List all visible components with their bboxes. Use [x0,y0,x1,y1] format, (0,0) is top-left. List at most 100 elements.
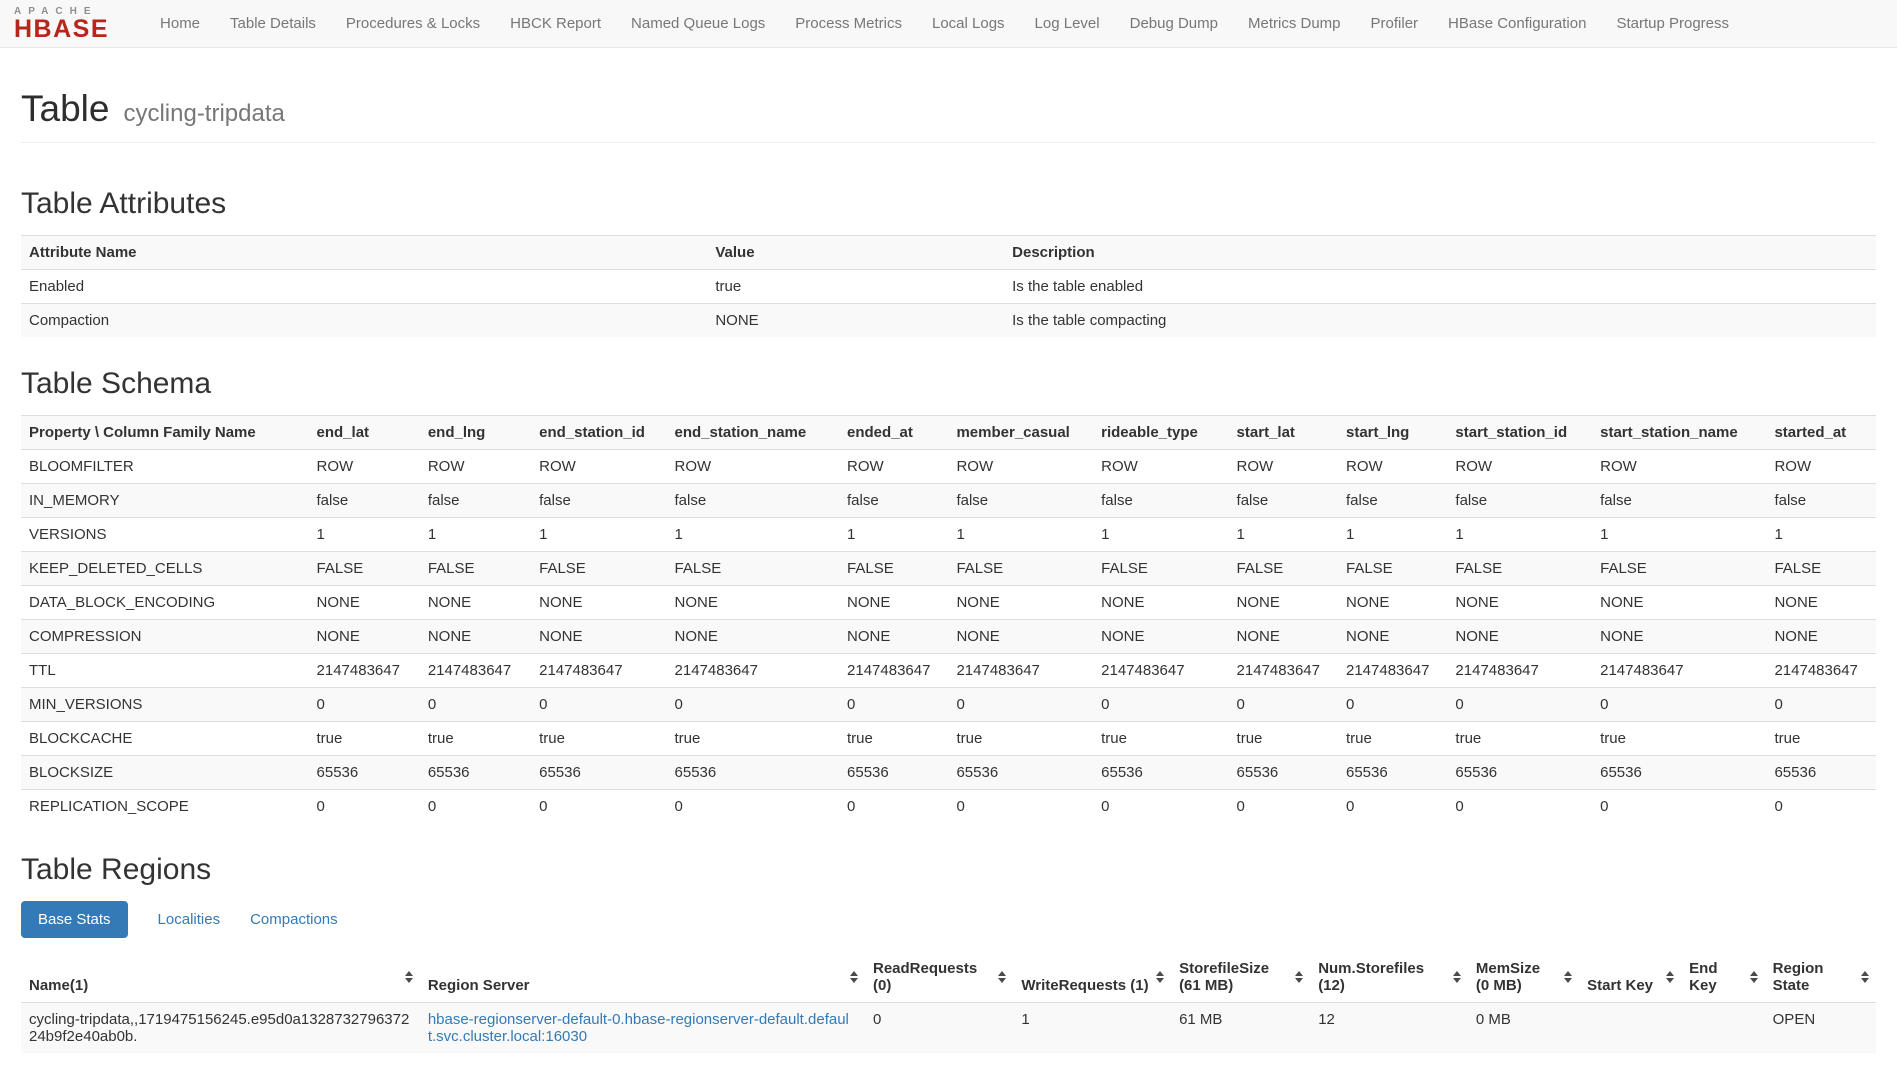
regions-col-label: Start Key [1587,977,1653,994]
schema-value-cell: 2147483647 [1093,654,1228,688]
nav-item-named-queue-logs[interactable]: Named Queue Logs [616,0,780,48]
navbar-menu: HomeTable DetailsProcedures & LocksHBCK … [145,0,1744,47]
schema-value-cell: NONE [1592,586,1766,620]
schema-value-cell: false [309,484,420,518]
schema-value-cell: ROW [531,450,666,484]
schema-value-cell: 65536 [948,756,1093,790]
schema-value-cell: NONE [839,586,948,620]
schema-row-bloomfilter: BLOOMFILTERROWROWROWROWROWROWROWROWROWRO… [21,450,1876,484]
region-server-cell: hbase-regionserver-default-0.hbase-regio… [420,1003,865,1054]
mem-size-cell: 0 MB [1468,1003,1579,1054]
schema-value-cell: 0 [1229,790,1338,824]
schema-table: Property \ Column Family Nameend_latend_… [21,415,1876,823]
schema-value-cell: true [1766,722,1876,756]
schema-value-cell: 2147483647 [839,654,948,688]
nav-item-procedures-locks[interactable]: Procedures & Locks [331,0,495,48]
nav-item-home[interactable]: Home [145,0,215,48]
schema-value-cell: NONE [1766,620,1876,654]
storefile-size-cell: 61 MB [1171,1003,1310,1054]
attributes-col-description: Description [1004,236,1876,270]
schema-value-cell: 0 [1766,790,1876,824]
schema-value-cell: false [1592,484,1766,518]
schema-value-cell: 1 [531,518,666,552]
schema-value-cell: NONE [667,620,840,654]
region-server-link[interactable]: hbase-regionserver-default-0.hbase-regio… [428,1011,849,1045]
regions-col-label: Num.Storefiles (12) [1318,960,1424,994]
schema-value-cell: 2147483647 [1592,654,1766,688]
schema-family-member-casual: member_casual [948,416,1093,450]
schema-heading: Table Schema [21,367,1876,401]
sort-arrows-icon[interactable] [1295,971,1303,983]
schema-value-cell: FALSE [309,552,420,586]
schema-value-cell: NONE [1093,620,1228,654]
sort-arrows-icon[interactable] [405,971,413,983]
regions-tab-compactions[interactable]: Compactions [250,911,338,928]
nav-item-table-details[interactable]: Table Details [215,0,331,48]
sort-arrows-icon[interactable] [1156,971,1164,983]
schema-value-cell: NONE [1447,586,1592,620]
hbase-logo[interactable]: APACHE HBASE [10,4,113,44]
nav-item-startup-progress[interactable]: Startup Progress [1601,0,1744,48]
regions-tab-localities[interactable]: Localities [158,911,221,928]
sort-arrows-icon[interactable] [998,971,1006,983]
schema-row-in-memory: IN_MEMORYfalsefalsefalsefalsefalsefalsef… [21,484,1876,518]
nav-item-process-metrics[interactable]: Process Metrics [780,0,917,48]
sort-arrows-icon[interactable] [1861,971,1869,983]
schema-value-cell: 2147483647 [1766,654,1876,688]
regions-heading: Table Regions [21,853,1876,887]
schema-value-cell: true [1338,722,1447,756]
attributes-heading: Table Attributes [21,187,1876,221]
schema-value-cell: false [1766,484,1876,518]
sort-arrows-icon[interactable] [1666,971,1674,983]
schema-value-cell: true [1592,722,1766,756]
sort-arrows-icon[interactable] [1453,971,1461,983]
schema-value-cell: 1 [420,518,531,552]
schema-value-cell: NONE [667,586,840,620]
schema-value-cell: 0 [1093,790,1228,824]
nav-item-hbase-configuration[interactable]: HBase Configuration [1433,0,1601,48]
nav-item-debug-dump[interactable]: Debug Dump [1115,0,1233,48]
regions-col-label: WriteRequests (1) [1021,977,1148,994]
schema-family-started-at: started_at [1766,416,1876,450]
schema-value-cell: NONE [948,620,1093,654]
nav-item-profiler[interactable]: Profiler [1356,0,1434,48]
attributes-table: Attribute NameValueDescriptionEnabledtru… [21,235,1876,337]
schema-value-cell: NONE [1229,586,1338,620]
schema-value-cell: NONE [1093,586,1228,620]
schema-value-cell: NONE [531,620,666,654]
schema-value-cell: 1 [948,518,1093,552]
regions-col-start-key[interactable]: Start Key [1579,952,1681,1003]
schema-value-cell: 65536 [309,756,420,790]
region-state-cell: OPEN [1765,1003,1876,1054]
regions-tab-base-stats[interactable]: Base Stats [21,901,128,938]
regions-col-region-state[interactable]: Region State [1765,952,1876,1003]
schema-value-cell: 65536 [1338,756,1447,790]
nav-item-log-level[interactable]: Log Level [1020,0,1115,48]
regions-col-end-key[interactable]: End Key [1681,952,1764,1003]
regions-col-readrequests-0[interactable]: ReadRequests (0) [865,952,1013,1003]
regions-col-storefilesize-61-mb[interactable]: StorefileSize (61 MB) [1171,952,1310,1003]
schema-value-cell: false [531,484,666,518]
schema-value-cell: FALSE [1093,552,1228,586]
regions-col-region-server[interactable]: Region Server [420,952,865,1003]
schema-value-cell: 2147483647 [667,654,840,688]
nav-item-local-logs[interactable]: Local Logs [917,0,1020,48]
sort-arrows-icon[interactable] [1750,971,1758,983]
sort-arrows-icon[interactable] [850,971,858,983]
regions-col-memsize-0-mb[interactable]: MemSize (0 MB) [1468,952,1579,1003]
regions-col-writerequests-1[interactable]: WriteRequests (1) [1013,952,1171,1003]
schema-property-name: MIN_VERSIONS [21,688,309,722]
read-requests-cell: 0 [865,1003,1013,1054]
attributes-col-attribute-name: Attribute Name [21,236,707,270]
regions-col-label: Region State [1773,960,1824,994]
nav-item-hbck-report[interactable]: HBCK Report [495,0,616,48]
schema-property-name: VERSIONS [21,518,309,552]
schema-row-data-block-encoding: DATA_BLOCK_ENCODINGNONENONENONENONENONEN… [21,586,1876,620]
sort-arrows-icon[interactable] [1564,971,1572,983]
schema-value-cell: FALSE [420,552,531,586]
nav-item-metrics-dump[interactable]: Metrics Dump [1233,0,1356,48]
regions-col-name-1[interactable]: Name(1) [21,952,420,1003]
schema-value-cell: 0 [1447,688,1592,722]
regions-col-num-storefiles-12[interactable]: Num.Storefiles (12) [1310,952,1468,1003]
schema-value-cell: 0 [667,688,840,722]
